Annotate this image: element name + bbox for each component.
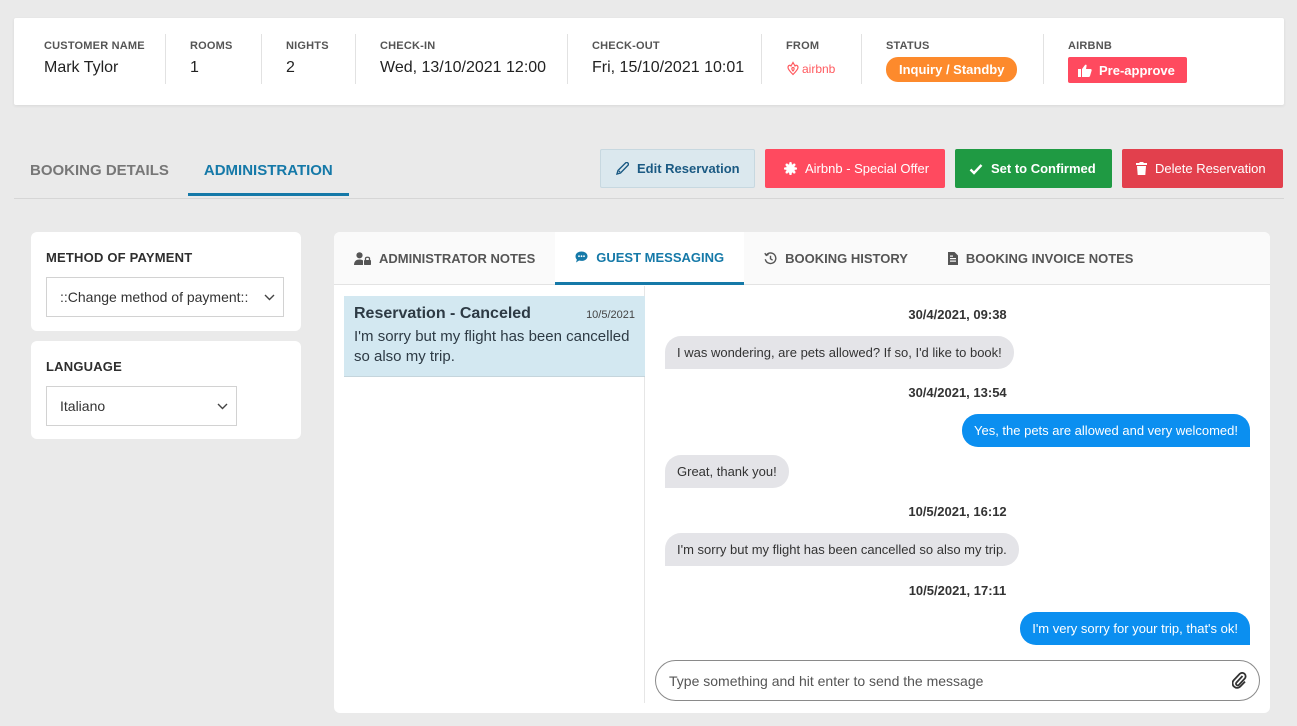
message-timestamp: 30/4/2021, 09:38 [908,307,1007,322]
conversation-preview: I'm sorry but my flight has been cancell… [354,328,630,365]
from-label: FROM [786,40,820,52]
message-thread: 30/4/2021, 09:38 I was wondering, are pe… [665,286,1250,713]
language-select[interactable]: Italiano [46,386,237,426]
customer-name-field: CUSTOMER NAME Mark Tylor [44,34,166,84]
check-in-field: CHECK-IN Wed, 13/10/2021 12:00 [380,34,568,84]
paperclip-icon[interactable] [1232,672,1247,689]
from-value: airbnb [802,61,836,76]
rooms-value: 1 [190,59,199,76]
reservation-actions: Edit Reservation Airbnb - Special Offer … [600,149,1283,188]
tab-booking-invoice-notes[interactable]: BOOKING INVOICE NOTES [928,232,1154,285]
airbnb-logo: airbnb [786,61,847,76]
check-out-field: CHECK-OUT Fri, 15/10/2021 10:01 [592,34,762,84]
history-icon [764,252,777,265]
status-field: STATUS Inquiry / Standby [886,34,1044,84]
payment-method-label: METHOD OF PAYMENT [46,250,193,265]
customer-name-value: Mark Tylor [44,59,119,76]
incoming-message: I'm sorry but my flight has been cancell… [665,533,1019,566]
edit-reservation-label: Edit Reservation [637,161,740,176]
reservation-summary: CUSTOMER NAME Mark Tylor ROOMS 1 NIGHTS … [14,18,1284,105]
user-lock-icon [354,252,371,265]
status-badge: Inquiry / Standby [886,57,1018,82]
from-field: FROM airbnb [786,34,862,84]
chat-icon [575,251,588,263]
incoming-message: I was wondering, are pets allowed? If so… [665,336,1014,369]
check-out-label: CHECK-OUT [592,40,660,52]
chevron-down-icon [217,403,228,409]
tabs-divider [14,198,1284,199]
delete-reservation-button[interactable]: Delete Reservation [1122,149,1283,188]
document-icon [947,252,958,265]
airbnb-special-offer-button[interactable]: Airbnb - Special Offer [765,149,945,188]
admin-sub-tabs: ADMINISTRATOR NOTES GUEST MESSAGING BOOK… [334,232,1270,285]
delete-reservation-label: Delete Reservation [1155,161,1266,176]
pencil-icon [616,162,629,175]
nights-value: 2 [286,59,295,76]
message-input[interactable]: Type something and hit enter to send the… [655,660,1260,701]
language-panel: LANGUAGE Italiano [31,341,301,439]
conversation-item[interactable]: Reservation - Canceled 10/5/2021 I'm sor… [344,296,645,377]
message-timestamp: 30/4/2021, 13:54 [908,385,1007,400]
tab-booking-history[interactable]: BOOKING HISTORY [744,232,928,285]
booking-invoice-notes-label: BOOKING INVOICE NOTES [965,251,1134,266]
payment-method-value: ::Change method of payment:: [60,289,249,305]
check-in-label: CHECK-IN [380,40,436,52]
language-label: LANGUAGE [46,359,122,374]
customer-name-label: CUSTOMER NAME [44,40,145,52]
badge-icon [784,162,797,175]
rooms-field: ROOMS 1 [190,34,262,84]
airbnb-logo-icon [787,61,799,76]
booking-history-label: BOOKING HISTORY [785,251,908,266]
chevron-down-icon [264,294,275,300]
thumbs-up-icon [1078,64,1092,77]
tab-administration[interactable]: ADMINISTRATION [187,150,349,196]
airbnb-field: AIRBNB Pre-approve [1068,34,1268,84]
trash-icon [1136,162,1147,175]
conversation-list: Reservation - Canceled 10/5/2021 I'm sor… [334,286,645,703]
message-input-placeholder: Type something and hit enter to send the… [669,672,984,689]
tab-administrator-notes[interactable]: ADMINISTRATOR NOTES [334,232,555,285]
messaging-card: ADMINISTRATOR NOTES GUEST MESSAGING BOOK… [334,232,1270,713]
check-in-value: Wed, 13/10/2021 12:00 [380,59,547,76]
payment-method-panel: METHOD OF PAYMENT ::Change method of pay… [31,232,301,331]
check-out-value: Fri, 15/10/2021 10:01 [592,59,745,76]
outgoing-message: Yes, the pets are allowed and very welco… [961,414,1250,447]
guest-messaging-label: GUEST MESSAGING [596,249,725,265]
main-tabs: BOOKING DETAILS ADMINISTRATION [14,150,349,196]
nights-field: NIGHTS 2 [286,34,356,84]
set-to-confirmed-button[interactable]: Set to Confirmed [955,149,1112,188]
tab-guest-messaging[interactable]: GUEST MESSAGING [555,232,745,285]
administrator-notes-label: ADMINISTRATOR NOTES [379,251,536,266]
set-to-confirmed-label: Set to Confirmed [991,161,1096,176]
pre-approve-label: Pre-approve [1099,62,1175,78]
language-value: Italiano [60,398,106,414]
check-icon [969,163,983,175]
message-timestamp: 10/5/2021, 17:11 [908,583,1007,598]
nights-label: NIGHTS [286,40,329,52]
rooms-label: ROOMS [190,40,233,52]
conversation-date: 10/5/2021 [586,309,635,321]
airbnb-special-offer-label: Airbnb - Special Offer [805,161,930,176]
message-timestamp: 10/5/2021, 16:12 [908,504,1007,519]
pre-approve-button[interactable]: Pre-approve [1068,57,1187,83]
payment-method-select[interactable]: ::Change method of payment:: [46,277,284,317]
status-label: STATUS [886,40,930,52]
edit-reservation-button[interactable]: Edit Reservation [600,149,755,188]
outgoing-message: I'm very sorry for your trip, that's ok! [1020,612,1250,645]
incoming-message: Great, thank you! [665,455,789,488]
tab-booking-details[interactable]: BOOKING DETAILS [14,150,185,196]
airbnb-label: AIRBNB [1068,40,1112,52]
